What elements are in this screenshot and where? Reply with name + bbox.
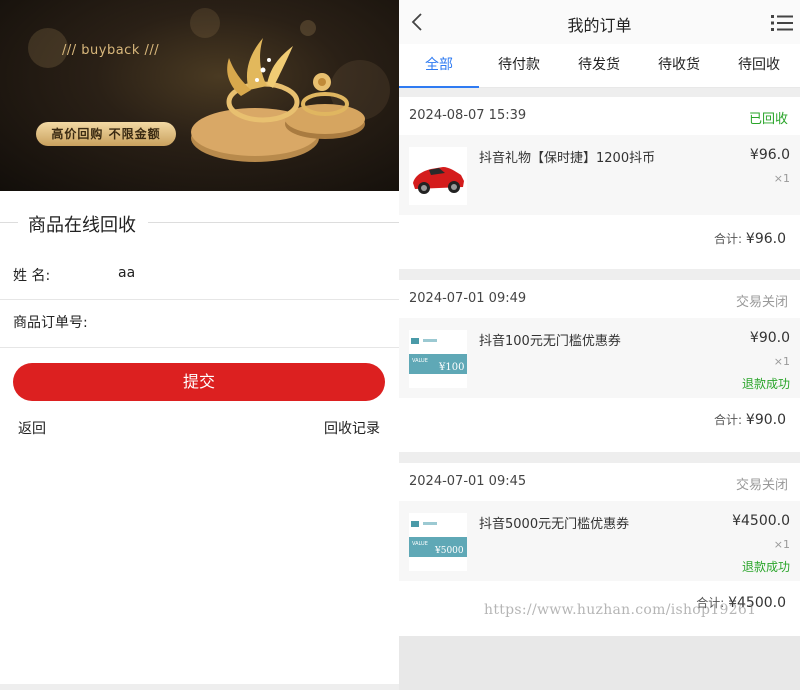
coupon-thumbnail: VALUE ¥5000 bbox=[409, 513, 467, 571]
item-price: ¥90.0 bbox=[749, 330, 790, 346]
refund-status: 退款成功 bbox=[741, 560, 790, 574]
order-date: 2024-07-01 09:45 bbox=[409, 474, 527, 489]
recycle-records-link[interactable]: 回收记录 bbox=[324, 418, 380, 438]
divider bbox=[148, 222, 399, 223]
coupon-value: ¥5000 bbox=[434, 546, 464, 556]
order-item[interactable]: 抖音礼物【保时捷】1200抖币 ¥96.0 ×1 bbox=[399, 135, 800, 215]
total-amount: ¥96.0 bbox=[745, 231, 786, 247]
item-price: ¥4500.0 bbox=[732, 513, 790, 529]
order-card[interactable]: 2024-08-07 15:39 已回收 抖音礼物【保时捷】1200抖币 ¥96… bbox=[399, 97, 800, 269]
bottom-strip bbox=[0, 684, 399, 690]
order-tabs: 全部 待付款 待发货 待收货 待回收 bbox=[399, 44, 800, 88]
svg-text:VALUE: VALUE bbox=[412, 358, 428, 364]
order-status: 已回收 bbox=[748, 112, 788, 127]
section-title: 商品在线回收 bbox=[28, 215, 136, 236]
name-field-row[interactable]: 姓 名: aa bbox=[0, 246, 399, 300]
item-price: ¥96.0 bbox=[749, 147, 790, 163]
my-orders-panel: 我的订单 全部 待付款 待发货 待收货 待回收 2024-08-07 15:39… bbox=[399, 0, 800, 690]
banner-image: /// buyback /// 高价回购 不限金额 bbox=[0, 0, 399, 191]
page-title: 我的订单 bbox=[567, 16, 632, 35]
total-label: 合计: bbox=[714, 413, 743, 427]
bottom-area bbox=[399, 636, 800, 690]
order-header: 2024-08-07 15:39 已回收 bbox=[399, 97, 800, 135]
total-amount: ¥90.0 bbox=[745, 412, 786, 428]
item-name: 抖音100元无门槛优惠券 bbox=[479, 334, 621, 349]
item-name: 抖音5000元无门槛优惠券 bbox=[479, 517, 630, 532]
watermark-text: https://www.huzhan.com/ishop19261 bbox=[484, 602, 757, 618]
list-menu-icon[interactable] bbox=[771, 14, 793, 32]
order-item[interactable]: VALUE ¥100 抖音100元无门槛优惠券 ¥90.0 ×1 退款成功 bbox=[399, 318, 800, 398]
coupon-value: ¥100 bbox=[438, 362, 464, 373]
refund-status: 退款成功 bbox=[741, 377, 790, 391]
banner-brand: /// buyback /// bbox=[62, 43, 160, 58]
tab-pending-shipment[interactable]: 待发货 bbox=[559, 44, 639, 88]
section-header: 商品在线回收 bbox=[0, 207, 399, 239]
tab-pending-recycle[interactable]: 待回收 bbox=[719, 44, 799, 88]
order-status: 交易关闭 bbox=[735, 478, 788, 493]
total-label: 合计: bbox=[714, 232, 743, 246]
banner-promo-tag: 高价回购 不限金额 bbox=[36, 122, 176, 146]
recycle-panel: /// buyback /// 高价回购 不限金额 商品在线回收 姓 名: aa bbox=[0, 0, 399, 690]
back-link[interactable]: 返回 bbox=[18, 418, 46, 438]
order-number-label: 商品订单号: bbox=[13, 315, 88, 331]
item-quantity: ×1 bbox=[773, 172, 790, 185]
divider bbox=[0, 222, 18, 223]
coupon-thumbnail: VALUE ¥100 bbox=[409, 330, 467, 388]
gold-ring-illustration bbox=[191, 38, 365, 162]
order-status: 交易关闭 bbox=[735, 295, 788, 310]
item-quantity: ×1 bbox=[773, 355, 790, 368]
order-date: 2024-07-01 09:49 bbox=[409, 291, 527, 306]
submit-button[interactable]: 提交 bbox=[13, 363, 385, 401]
item-name: 抖音礼物【保时捷】1200抖币 bbox=[479, 151, 656, 166]
tab-pending-receipt[interactable]: 待收货 bbox=[639, 44, 719, 88]
order-total: 合计: ¥90.0 bbox=[714, 411, 786, 428]
car-thumbnail bbox=[409, 147, 467, 205]
name-input[interactable]: aa bbox=[118, 265, 135, 281]
tab-pending-payment[interactable]: 待付款 bbox=[479, 44, 559, 88]
order-total: 合计: ¥96.0 bbox=[714, 230, 786, 247]
top-bar: 我的订单 bbox=[399, 0, 800, 44]
order-header: 2024-07-01 09:45 交易关闭 bbox=[399, 463, 800, 501]
item-quantity: ×1 bbox=[773, 538, 790, 551]
order-number-field-row[interactable]: 商品订单号: bbox=[0, 294, 399, 348]
order-header: 2024-07-01 09:49 交易关闭 bbox=[399, 280, 800, 318]
order-date: 2024-08-07 15:39 bbox=[409, 108, 527, 123]
order-card[interactable]: 2024-07-01 09:49 交易关闭 VALUE ¥100 抖音100元无… bbox=[399, 280, 800, 452]
name-label: 姓 名: bbox=[13, 268, 51, 284]
order-item[interactable]: VALUE ¥5000 抖音5000元无门槛优惠券 ¥4500.0 ×1 退款成… bbox=[399, 501, 800, 581]
tab-all[interactable]: 全部 bbox=[399, 44, 479, 88]
svg-text:VALUE: VALUE bbox=[412, 541, 428, 547]
